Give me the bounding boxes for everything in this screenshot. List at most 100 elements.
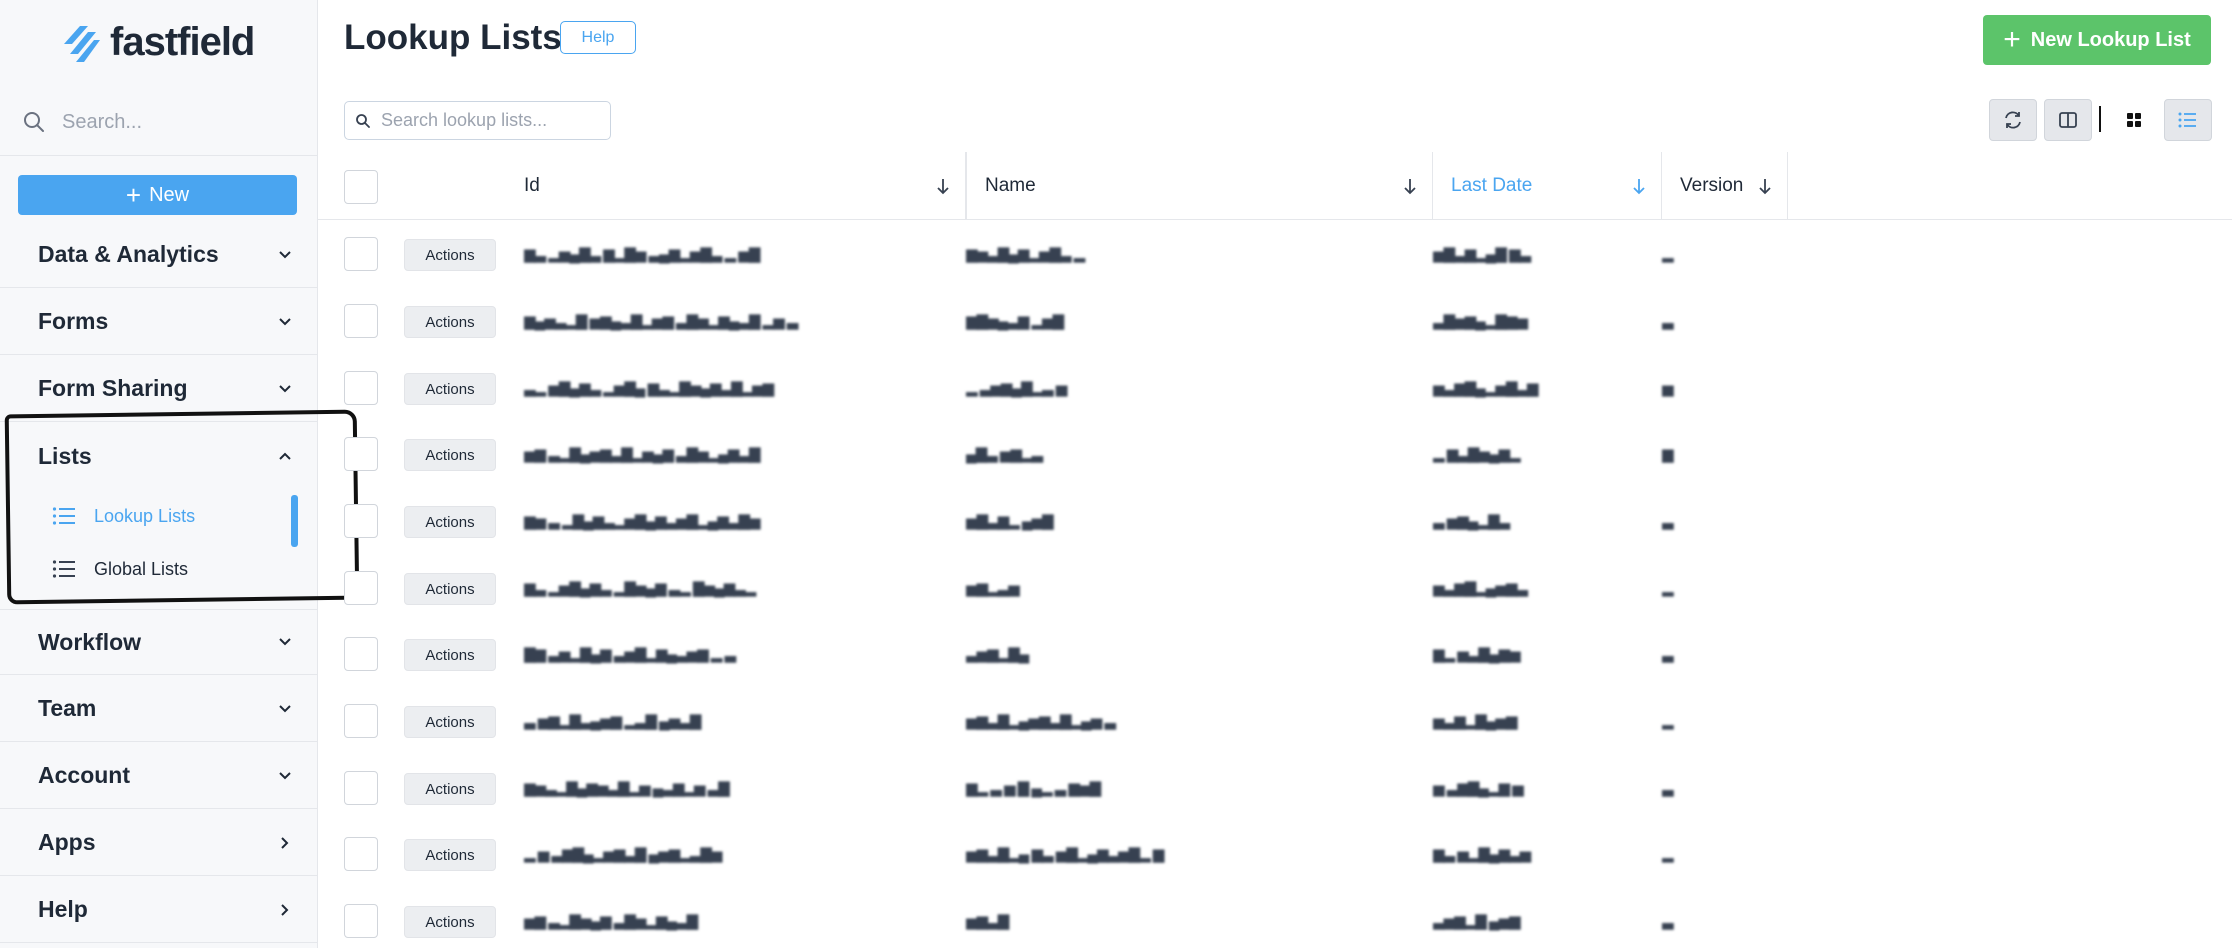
fastfield-logo-icon (64, 26, 100, 62)
list-view-button[interactable] (2164, 99, 2212, 141)
cell-name: ▄▇▃ ▅▆▂▃ (966, 446, 1043, 463)
cell-id[interactable]: ▇▆ ▃▅▂▇▄▆ ▃▅▇▂▆▄▃▅▆ ▂ ▃ (524, 645, 924, 665)
cell-id[interactable]: ▃ ▅▆▂▇▃▄▅▆ ▂▃▇ ▄▅▃▇ (524, 712, 924, 732)
sidebar-search[interactable] (22, 104, 312, 140)
nav-section-forms[interactable]: Forms (0, 289, 318, 355)
cell-last-date: ▅ ▃▆▇▄▂▆ ▅ (1433, 780, 1524, 797)
sidebar-item-label: Lookup Lists (94, 505, 196, 526)
cell-last-date: ▆▂ ▅▃▇▄▆▅ (1433, 646, 1521, 663)
cell-name: ▆▇▅▄▃▆ ▂▅▇ (966, 313, 1064, 330)
fastfield-logo[interactable]: fastfield (60, 18, 255, 66)
cell-version: ▂ (1662, 580, 1674, 597)
cell-id[interactable]: ▃▂ ▅▇▄▆▃ ▂▅▇▄ ▆▃▂▇▅▄▆▃▇▂▅▆ (524, 379, 924, 399)
nav-section-label: Apps (38, 829, 96, 855)
cell-id[interactable]: ▂ ▅ ▃▆▇▄▂▅▆▃▇ ▄▅▆▂▃▇▅ (524, 845, 924, 865)
column-label: Last Date (1451, 175, 1533, 196)
cell-id[interactable]: ▆▅ ▃ ▂▇▄▆▃▂▅▇▄▆▃▅▇▂▄▆▃▇▅ (524, 512, 924, 532)
actions-button[interactable]: Actions (404, 706, 496, 738)
actions-button[interactable]: Actions (404, 439, 496, 471)
row-checkbox[interactable] (344, 237, 378, 271)
sidebar-item-global-lists[interactable]: Global Lists (0, 546, 318, 592)
new-button-label: New (149, 183, 190, 206)
row-checkbox[interactable] (344, 704, 378, 738)
sort-arrow-down-icon (1759, 179, 1771, 195)
columns-button[interactable] (2044, 99, 2092, 141)
cell-name: ▅▆▂▃▅ (966, 580, 1020, 597)
new-button[interactable]: + New (18, 175, 297, 215)
cell-id[interactable]: ▆▅▃▂▇▄▆▅▃▇▂▅ ▄▃▆▂▅ ▃▇ (524, 779, 924, 799)
cell-id[interactable]: ▆▃ ▂▅▇▄▆▃ ▂▇▅▄▆ ▃▂ ▇▅▄▆▃▂ (524, 579, 924, 599)
actions-button[interactable]: Actions (404, 239, 496, 271)
cell-id[interactable]: ▅▆ ▃▂▇▅▄▆ ▃▇▅▂▆▄▃▇ (524, 912, 924, 932)
refresh-icon (2005, 111, 2021, 129)
nav-section-lists[interactable]: Lists (0, 423, 318, 489)
sidebar: fastfield + New Data & Analytics Forms F… (0, 0, 318, 948)
nav-section-team[interactable]: Team (0, 676, 318, 742)
actions-button[interactable]: Actions (404, 639, 496, 671)
help-button[interactable]: Help (560, 21, 636, 54)
cell-version: ▃ (1662, 313, 1674, 330)
lookup-search-input[interactable] (381, 110, 601, 131)
actions-button[interactable]: Actions (404, 373, 496, 405)
row-checkbox[interactable] (344, 837, 378, 871)
column-header-id[interactable]: Id (524, 152, 966, 220)
select-all-checkbox[interactable] (344, 170, 378, 204)
column-header-version[interactable]: Version (1662, 152, 1788, 220)
row-checkbox[interactable] (344, 571, 378, 605)
nav-section-workflow[interactable]: Workflow (0, 609, 318, 675)
cell-last-date: ▅▃▆▇▂▄▅▆▃ (1433, 580, 1528, 597)
actions-button[interactable]: Actions (404, 839, 496, 871)
chevron-down-icon (279, 704, 291, 712)
row-checkbox[interactable] (344, 504, 378, 538)
chevron-down-icon (279, 250, 291, 258)
actions-button[interactable]: Actions (404, 506, 496, 538)
cell-last-date: ▃▇▅▆▄▂▇▆▅ (1433, 313, 1528, 330)
cell-version: ▂ (1662, 246, 1674, 263)
actions-button[interactable]: Actions (404, 306, 496, 338)
nav-section-apps[interactable]: Apps (0, 810, 318, 876)
cell-id[interactable]: ▅▆ ▃▂▇▄▅▆▃▇▂▅▄▆ ▃▇▅▂▄▆▃▇ (524, 445, 924, 465)
lookup-search[interactable] (344, 101, 611, 140)
column-label: Version (1680, 175, 1744, 196)
nav-section-label: Form Sharing (38, 375, 188, 401)
table-row: Actions ▃ ▅▆▂▇▃▄▅▆ ▂▃▇ ▄▅▃▇ ▅▆▃▇▂▄▅▆▃▇▂▄… (318, 688, 2232, 755)
nav-section-label: Account (38, 762, 130, 788)
cell-id[interactable]: ▆▄▅▃▂▇ ▅▆▄▃▇▂▅▆ ▃▇▅▂▆▄▃▇ ▂▅ ▃ (524, 312, 924, 332)
row-checkbox[interactable] (344, 371, 378, 405)
nav-section-label: Workflow (38, 628, 142, 655)
row-checkbox[interactable] (344, 771, 378, 805)
column-label: Id (524, 175, 540, 196)
grid-view-button[interactable] (2110, 99, 2158, 141)
table-row: Actions ▃▂ ▅▇▄▆▃ ▂▅▇▄ ▆▃▂▇▅▄▆▃▇▂▅▆ ▂ ▃▅▆… (318, 355, 2232, 422)
actions-button[interactable]: Actions (404, 906, 496, 938)
chevron-right-icon (281, 903, 289, 916)
column-header-last-date[interactable]: Last Date (1433, 152, 1662, 220)
nav-section-label: Help (38, 896, 88, 922)
nav-section-label: Team (38, 695, 97, 721)
table-row: Actions ▆▄▅▃▂▇ ▅▆▄▃▇▂▅▆ ▃▇▅▂▆▄▃▇ ▂▅ ▃ ▆▇… (318, 288, 2232, 355)
nav-section-data-analytics[interactable]: Data & Analytics (0, 222, 318, 288)
row-checkbox[interactable] (344, 637, 378, 671)
nav-section-help[interactable]: Help (0, 877, 318, 943)
nav-section-account[interactable]: Account (0, 743, 318, 809)
cell-name: ▅▆▃▇ (966, 913, 1009, 930)
list-icon (52, 507, 75, 525)
column-header-name[interactable]: Name (966, 152, 1433, 220)
sidebar-search-input[interactable] (62, 110, 282, 134)
cell-version: ▂ (1662, 713, 1674, 730)
sidebar-item-lookup-lists[interactable]: Lookup Lists (0, 493, 318, 547)
search-icon (24, 112, 44, 132)
new-lookup-list-label: New Lookup List (2030, 28, 2191, 51)
refresh-button[interactable] (1989, 99, 2037, 141)
actions-button[interactable]: Actions (404, 573, 496, 605)
nav-section-label: Lists (38, 442, 92, 469)
actions-button[interactable]: Actions (404, 773, 496, 805)
row-checkbox[interactable] (344, 304, 378, 338)
row-checkbox[interactable] (344, 904, 378, 938)
cell-name: ▅▇▃▆▂ ▄▅▇ (966, 513, 1054, 530)
row-checkbox[interactable] (344, 437, 378, 471)
chevron-down-icon (279, 638, 291, 646)
nav-section-form-sharing[interactable]: Form Sharing (0, 356, 318, 422)
new-lookup-list-button[interactable]: + New Lookup List (1983, 15, 2211, 65)
cell-id[interactable]: ▆▃ ▂▅▄▇▃ ▆▂▇▅ ▃▄▆▂▅▇▃ ▂ ▅▇ (524, 245, 924, 265)
